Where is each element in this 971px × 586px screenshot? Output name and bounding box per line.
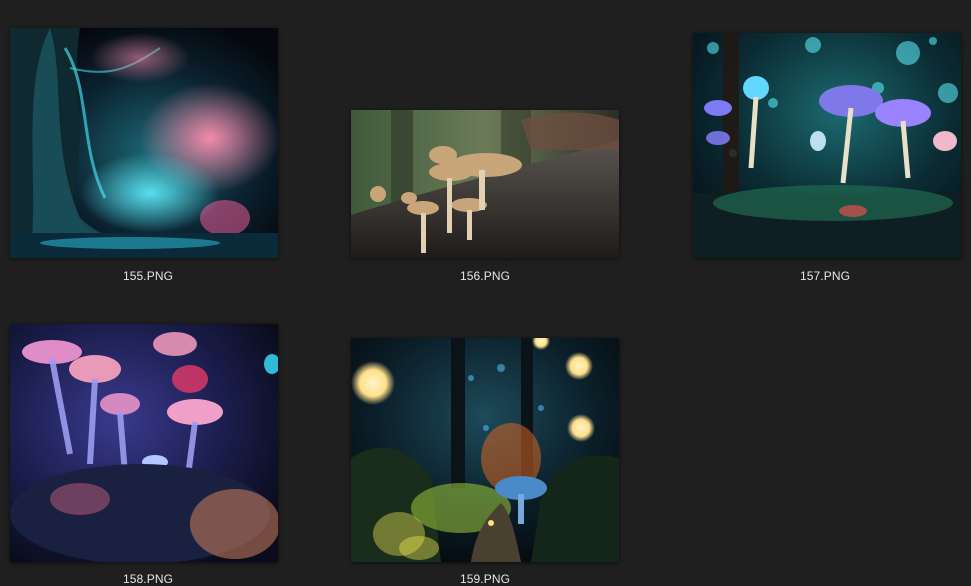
- file-name-label: 157.PNG: [799, 269, 851, 283]
- file-tile-156[interactable]: 156.PNG: [320, 18, 650, 288]
- file-name-label: 155.PNG: [122, 269, 174, 283]
- file-tile-157[interactable]: 157.PNG: [660, 18, 971, 288]
- glowing-fantasy-forest-tree-image: [10, 28, 278, 258]
- file-tile-155[interactable]: 155.PNG: [0, 18, 330, 288]
- file-tile-159[interactable]: 159.PNG: [320, 314, 650, 586]
- mushrooms-on-log-image: [351, 110, 619, 258]
- file-tile-158[interactable]: 158.PNG: [0, 314, 330, 586]
- file-grid-view: 155.PNG 156.PNG 157.PNG 158.PNG 159.PNG: [0, 0, 971, 586]
- bioluminescent-mushroom-forest-image: [693, 33, 961, 258]
- file-name-label: 156.PNG: [459, 269, 511, 283]
- file-name-label: 158.PNG: [122, 572, 174, 586]
- neon-pink-mushrooms-image: [10, 324, 278, 562]
- file-name-label: 159.PNG: [459, 572, 511, 586]
- forest-path-glowing-lights-image: [351, 338, 619, 562]
